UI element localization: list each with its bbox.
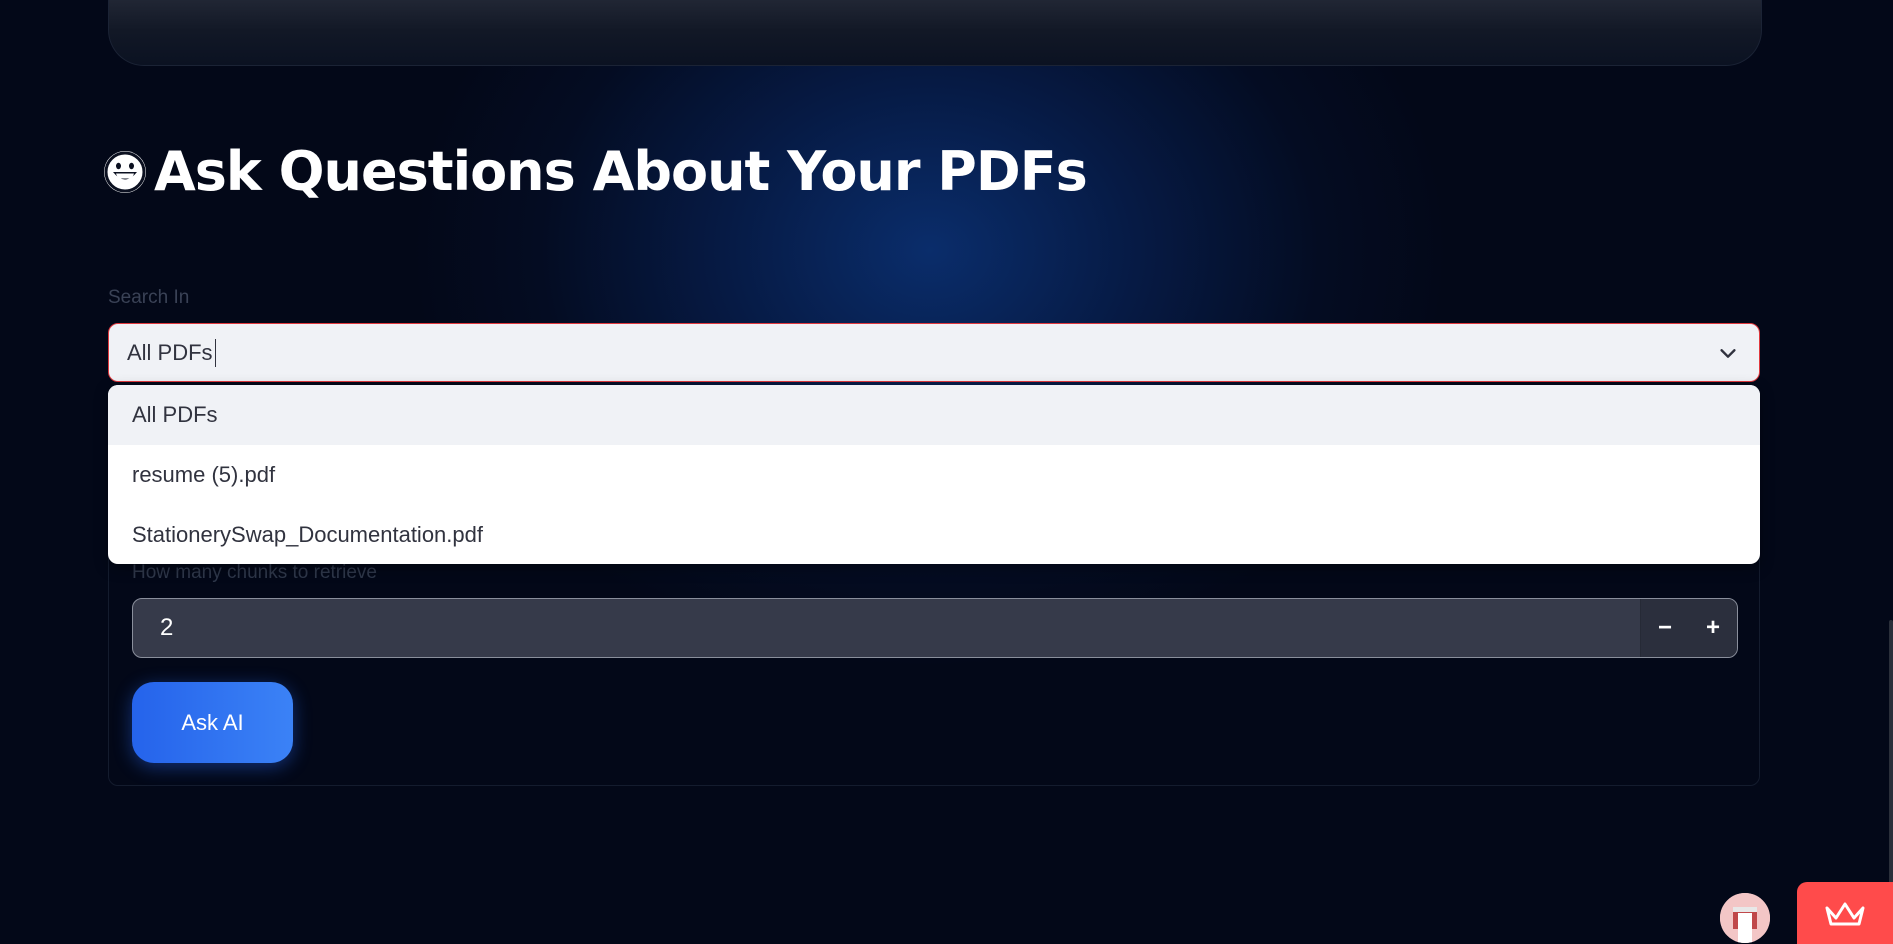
search-in-select[interactable]: All PDFs <box>108 323 1760 382</box>
chevron-down-icon[interactable] <box>1717 342 1739 364</box>
dropdown-option[interactable]: All PDFs <box>108 385 1760 445</box>
grinning-face-icon <box>104 150 146 193</box>
search-in-label: Search In <box>108 287 190 308</box>
text-cursor <box>214 338 217 367</box>
chunks-value-field[interactable]: 2 <box>133 599 1641 657</box>
user-avatar-icon[interactable] <box>1720 893 1770 943</box>
chunks-label: How many chunks to retrieve <box>132 562 377 583</box>
decrement-button[interactable]: − <box>1641 599 1689 657</box>
dropdown-option[interactable]: resume (5).pdf <box>108 445 1760 505</box>
ask-ai-button[interactable]: Ask AI <box>132 682 293 763</box>
increment-button[interactable]: + <box>1689 599 1737 657</box>
streamlit-crown-icon[interactable] <box>1797 882 1893 944</box>
dropdown-option[interactable]: StationerySwap_Documentation.pdf <box>108 505 1760 564</box>
previous-section-card <box>108 0 1762 66</box>
page-title: Ask Questions About Your PDFs <box>154 140 1088 203</box>
chunks-number-input[interactable]: 2 − + <box>132 598 1738 658</box>
page-heading: Ask Questions About Your PDFs <box>104 140 1088 203</box>
search-in-selected-value: All PDFs <box>127 339 213 365</box>
search-in-dropdown-menu: All PDFs resume (5).pdf StationerySwap_D… <box>108 385 1760 564</box>
